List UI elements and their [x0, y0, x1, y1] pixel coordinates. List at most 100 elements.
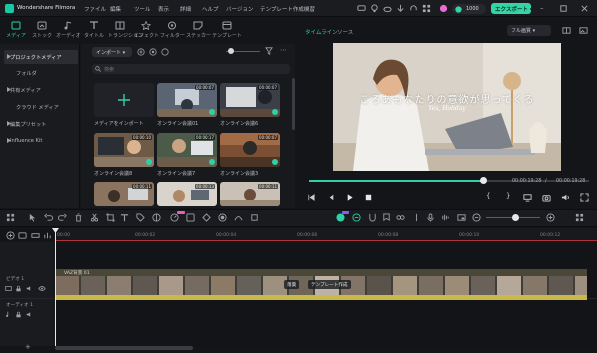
grid-icon[interactable] [422, 4, 431, 13]
quality-select[interactable]: フル画質 ▾ [507, 25, 551, 36]
volume-icon[interactable] [561, 193, 570, 202]
mic-icon[interactable] [426, 213, 435, 222]
eye-icon[interactable] [38, 285, 46, 292]
export-button[interactable]: エクスポート ▾ [491, 3, 533, 14]
zoom-slider-handle[interactable] [512, 214, 519, 221]
import-media-tile[interactable] [94, 83, 154, 117]
render-icon[interactable] [352, 213, 361, 222]
select-icon[interactable] [28, 213, 37, 222]
filter-funnel-icon[interactable] [265, 47, 273, 55]
add-track-icon[interactable] [6, 231, 15, 240]
menu-version[interactable]: バージョン [226, 5, 253, 13]
picture-in-picture-icon[interactable] [457, 213, 466, 222]
media-thumbnail[interactable]: 00:00:11 [220, 182, 280, 206]
media-thumbnail[interactable]: 00:00:07 [157, 83, 217, 117]
tab-source-preview[interactable]: ソース [337, 28, 353, 36]
minimize-icon[interactable]: – [540, 4, 544, 12]
sidebar-item-project-media[interactable]: プロジェクトメディア [4, 50, 78, 64]
stabilize-icon[interactable] [250, 213, 259, 222]
layout-icon[interactable] [6, 213, 15, 222]
tab-transition[interactable]: トランジション [108, 21, 143, 41]
search-input[interactable]: 検索 [92, 64, 290, 74]
sync-icon[interactable] [31, 231, 40, 240]
lock-icon[interactable] [15, 311, 22, 318]
snapshot-icon[interactable] [542, 193, 551, 202]
delete-icon[interactable] [74, 213, 83, 222]
menu-template[interactable]: テンプレート作成機習 [260, 5, 315, 13]
play-icon[interactable] [345, 193, 354, 202]
headset-icon[interactable] [409, 4, 418, 13]
media-thumbnail[interactable]: 00:00:17 [157, 133, 217, 167]
timeline-grid-icon[interactable] [575, 213, 584, 222]
avatar[interactable] [439, 4, 448, 13]
link-icon[interactable] [396, 213, 405, 222]
playhead[interactable] [55, 228, 56, 346]
monitor-icon[interactable] [357, 4, 366, 13]
add-folder-icon[interactable] [137, 48, 145, 56]
clip-tag[interactable]: 落葉 [284, 280, 300, 289]
display-icon[interactable] [523, 193, 532, 202]
tab-template[interactable]: テンプレート [212, 21, 242, 41]
clip-tag[interactable]: テンプレート作成 [308, 280, 351, 289]
tab-effect[interactable]: エフェクト [134, 21, 159, 41]
link-tracks-icon[interactable] [18, 231, 27, 240]
mark-in-icon[interactable]: { [486, 192, 490, 200]
menu-tools[interactable]: ツール [134, 5, 151, 13]
snap-icon[interactable] [368, 213, 377, 222]
ai-assistant-icon[interactable] [336, 213, 345, 222]
mask-icon[interactable] [218, 213, 227, 222]
tab-title[interactable]: タイトル [82, 21, 106, 41]
tab-filter[interactable]: フィルター [160, 21, 185, 41]
tab-timeline-preview[interactable]: タイムライン [305, 28, 338, 36]
track-audio-icon[interactable] [5, 311, 12, 318]
add-icon[interactable]: + [25, 343, 31, 351]
lock-icon[interactable] [15, 285, 22, 292]
media-thumbnail[interactable]: 00:00:11 [94, 182, 154, 206]
mute-icon[interactable] [26, 311, 33, 318]
cut-icon[interactable] [90, 213, 99, 222]
text-icon[interactable] [120, 213, 129, 222]
menu-edit[interactable]: 編集 [110, 5, 121, 13]
media-thumbnail[interactable]: 00:00:13 [157, 182, 217, 206]
compare-icon[interactable] [562, 26, 571, 35]
download-icon[interactable] [396, 4, 405, 13]
menu-advanced[interactable]: 詳細 [180, 5, 191, 13]
voiceover-icon[interactable] [441, 213, 450, 222]
undo-icon[interactable] [44, 213, 53, 222]
menu-help[interactable]: ヘルプ [202, 5, 219, 13]
mute-icon[interactable] [26, 285, 33, 292]
tag-icon[interactable] [136, 213, 145, 222]
video-clip-header[interactable] [55, 269, 587, 276]
ai-cut-icon[interactable] [186, 213, 195, 222]
sidebar-item-presets[interactable]: 編集プリセット [4, 117, 78, 131]
more-icon[interactable]: ⋯ [280, 46, 287, 54]
timeline-scrollbar[interactable] [55, 346, 193, 350]
sidebar-item-folder[interactable]: フォルダ [4, 66, 78, 80]
menu-view[interactable]: 表示 [158, 5, 169, 13]
stop-icon[interactable] [364, 193, 373, 202]
zoom-in-icon[interactable] [546, 213, 555, 222]
motion-icon[interactable] [234, 213, 243, 222]
audio-meter-icon[interactable] [43, 231, 52, 240]
media-thumbnail[interactable]: 00:00:10 [94, 133, 154, 167]
redo-icon[interactable] [58, 213, 67, 222]
media-thumbnail[interactable]: 00:00:07 [220, 133, 280, 167]
sidebar-item-influence-kit[interactable]: Influence Kit [4, 134, 78, 148]
track-video-icon[interactable] [5, 285, 12, 292]
preview-progress-handle[interactable] [479, 177, 487, 184]
keyframe-icon[interactable] [202, 213, 211, 222]
media-scrollbar[interactable] [292, 78, 295, 130]
ai-icon[interactable] [161, 48, 169, 56]
fullscreen-icon[interactable] [580, 193, 589, 202]
sidebar-item-shared-media[interactable]: 共有メディア [4, 83, 78, 97]
lightbulb-icon[interactable] [370, 4, 379, 13]
close-icon[interactable] [580, 4, 589, 13]
media-thumbnail[interactable]: 00:00:07 [220, 83, 280, 117]
marker-icon[interactable] [382, 213, 391, 222]
video-frame[interactable]: ころあもなたりの意欲が思ってくる Yes, Holiday [333, 43, 561, 171]
sidebar-item-cloud-media[interactable]: クラウド メディア [4, 100, 78, 114]
maximize-icon[interactable] [559, 4, 568, 13]
record-icon[interactable] [149, 48, 157, 56]
menu-file[interactable]: ファイル [84, 5, 106, 13]
tab-media[interactable]: メディア [4, 21, 28, 41]
